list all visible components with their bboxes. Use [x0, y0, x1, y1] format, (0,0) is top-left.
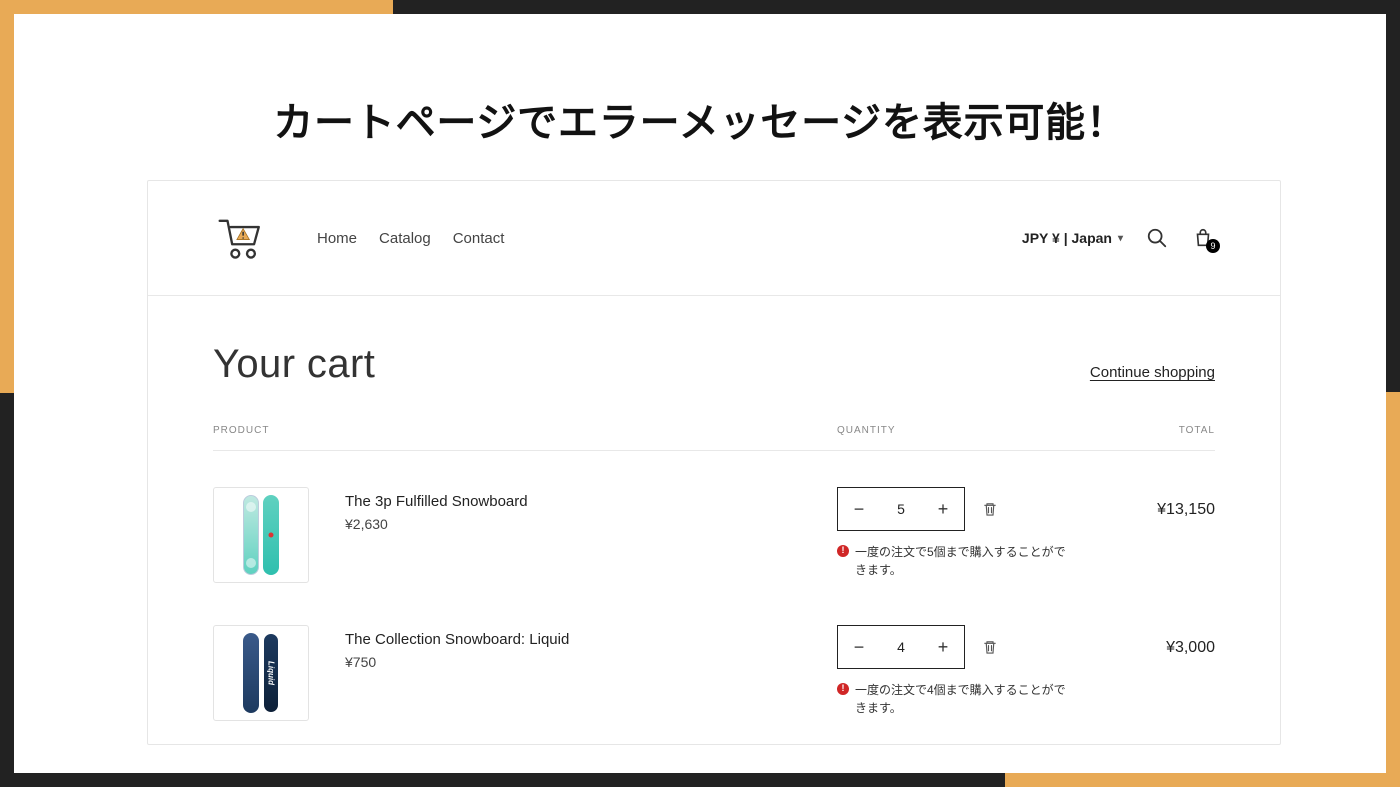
col-total: TOTAL — [1137, 425, 1215, 436]
quantity-stepper: − 4 + — [837, 625, 965, 669]
cart-columns-header: PRODUCT QUANTITY TOTAL — [213, 425, 1215, 451]
col-quantity: QUANTITY — [837, 425, 1137, 436]
quantity-error-message: ! 一度の注文で4個まで購入することができます。 — [837, 681, 1077, 717]
chevron-down-icon: ▾ — [1118, 233, 1123, 244]
nav-contact[interactable]: Contact — [453, 230, 505, 247]
search-button[interactable] — [1145, 226, 1169, 250]
cart-item-row: The 3p Fulfilled Snowboard ¥2,630 − 5 + — [213, 487, 1215, 583]
cart-page-preview: Home Catalog Contact JPY ¥ | Japan ▾ — [147, 180, 1281, 745]
cart-title: Your cart — [213, 342, 375, 387]
slide-panel: カートページでエラーメッセージを表示可能！ Home Catalog Conta… — [14, 14, 1386, 773]
slide-headline: カートページでエラーメッセージを表示可能！ — [14, 90, 1386, 148]
quantity-stepper: − 5 + — [837, 487, 965, 531]
trash-icon — [981, 500, 999, 518]
nav-catalog[interactable]: Catalog — [379, 230, 431, 247]
continue-shopping-link[interactable]: Continue shopping — [1090, 364, 1215, 381]
line-total: ¥3,000 — [1137, 625, 1215, 657]
quantity-value[interactable]: 4 — [880, 639, 922, 655]
quantity-error-message: ! 一度の注文で5個まで購入することができます。 — [837, 543, 1077, 579]
product-thumbnail[interactable] — [213, 625, 309, 721]
product-thumbnail[interactable] — [213, 487, 309, 583]
cart-badge: 9 — [1206, 239, 1220, 253]
error-icon: ! — [837, 545, 849, 557]
quantity-decrease-button[interactable]: − — [838, 626, 880, 668]
error-icon: ! — [837, 683, 849, 695]
quantity-increase-button[interactable]: + — [922, 488, 964, 530]
quantity-increase-button[interactable]: + — [922, 626, 964, 668]
quantity-value[interactable]: 5 — [880, 501, 922, 517]
cart-body: Your cart Continue shopping PRODUCT QUAN… — [148, 296, 1280, 721]
product-name[interactable]: The Collection Snowboard: Liquid — [345, 631, 837, 648]
product-unit-price: ¥750 — [345, 654, 837, 670]
currency-label: JPY ¥ | Japan — [1022, 230, 1112, 246]
trash-icon — [981, 638, 999, 656]
nav-home[interactable]: Home — [317, 230, 357, 247]
main-nav: Home Catalog Contact — [317, 230, 504, 247]
product-unit-price: ¥2,630 — [345, 516, 837, 532]
cart-item-row: The Collection Snowboard: Liquid ¥750 − … — [213, 625, 1215, 721]
store-header: Home Catalog Contact JPY ¥ | Japan ▾ — [148, 181, 1280, 296]
error-text: 一度の注文で5個まで購入することができます。 — [855, 543, 1077, 579]
remove-item-button[interactable] — [981, 500, 999, 518]
quantity-decrease-button[interactable]: − — [838, 488, 880, 530]
search-icon — [1146, 227, 1168, 249]
line-total: ¥13,150 — [1137, 487, 1215, 519]
currency-selector[interactable]: JPY ¥ | Japan ▾ — [1022, 230, 1123, 246]
error-text: 一度の注文で4個まで購入することができます。 — [855, 681, 1077, 717]
remove-item-button[interactable] — [981, 638, 999, 656]
store-logo[interactable] — [213, 211, 267, 265]
product-name[interactable]: The 3p Fulfilled Snowboard — [345, 493, 837, 510]
col-product: PRODUCT — [213, 425, 837, 436]
cart-button[interactable]: 9 — [1191, 226, 1215, 250]
